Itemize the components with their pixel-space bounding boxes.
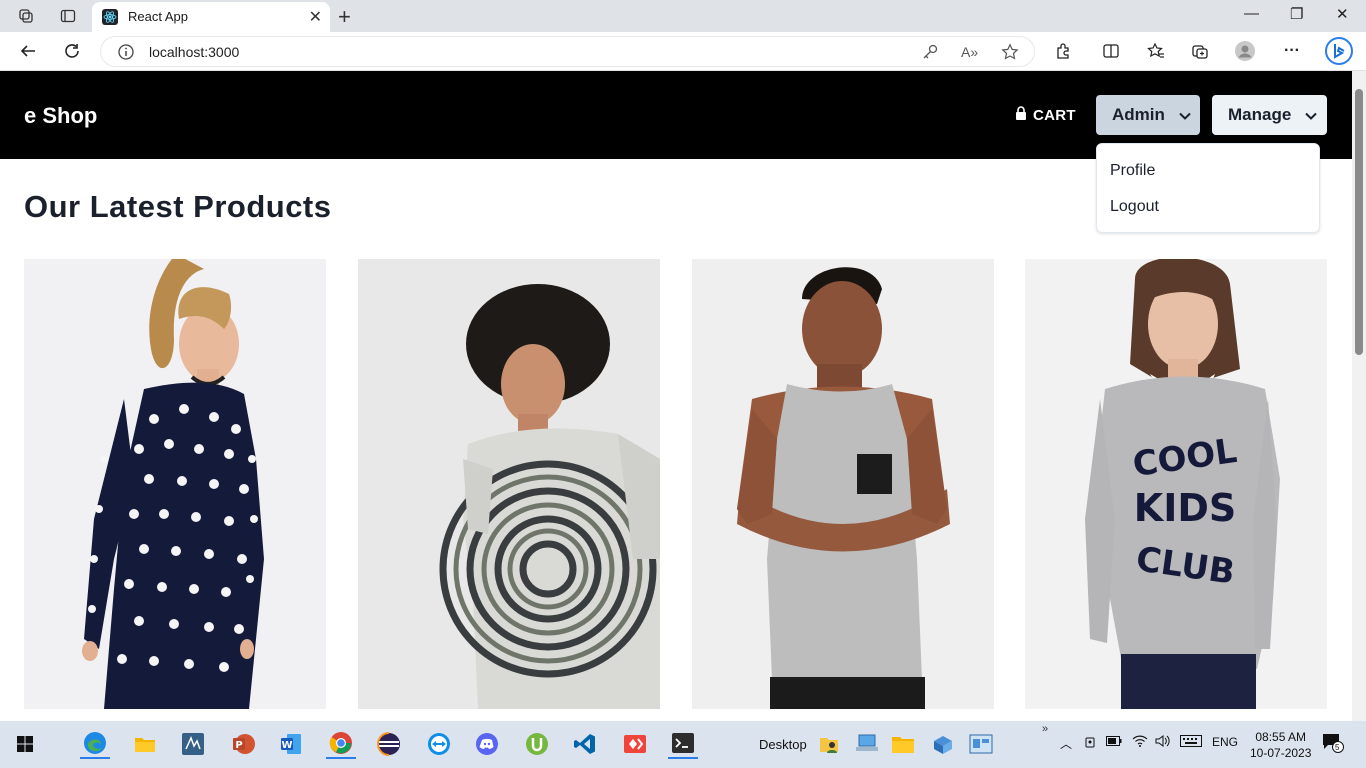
key-icon[interactable] [921, 43, 939, 66]
teamviewer-icon[interactable] [424, 729, 454, 759]
mysql-workbench-icon[interactable] [178, 729, 208, 759]
workspaces-icon[interactable] [16, 6, 36, 26]
lock-icon [1015, 106, 1027, 124]
page-scrollbar[interactable] [1352, 71, 1366, 721]
battery-icon[interactable] [1106, 735, 1122, 749]
split-screen-icon[interactable] [1100, 40, 1122, 62]
site-info-icon[interactable] [117, 43, 135, 66]
favorites-icon[interactable] [1145, 40, 1167, 62]
cart-label: CART [1033, 106, 1076, 124]
favorite-star-icon[interactable] [1001, 43, 1019, 66]
product-card[interactable] [24, 259, 326, 709]
network-computer-icon[interactable] [852, 729, 882, 759]
tab-actions-icon[interactable] [58, 6, 78, 26]
wifi-icon[interactable] [1132, 735, 1148, 750]
product-card[interactable] [692, 259, 994, 709]
more-options-icon[interactable]: ··· [1281, 40, 1303, 62]
product-image: COOL KIDS CLUB [1025, 259, 1327, 709]
show-hidden-icons-icon[interactable]: ︿ [1060, 735, 1072, 752]
refresh-icon[interactable] [61, 40, 83, 62]
new-tab-icon[interactable]: + [338, 4, 351, 30]
folder-icon[interactable] [888, 729, 918, 759]
address-bar[interactable]: localhost:3000 A» [100, 36, 1035, 67]
product-image [692, 259, 994, 709]
utorrent-icon[interactable] [522, 729, 552, 759]
terminal-icon[interactable] [668, 729, 698, 759]
word-icon[interactable]: W [276, 729, 306, 759]
language-indicator[interactable]: ENG [1212, 735, 1238, 749]
notifications-icon[interactable] [1322, 733, 1344, 756]
user-folder-icon[interactable] [814, 729, 844, 759]
vscode-icon[interactable] [570, 729, 600, 759]
clock-date: 10-07-2023 [1250, 746, 1312, 760]
product-image [24, 259, 326, 709]
svg-text:W: W [281, 740, 292, 751]
chevron-down-icon [1305, 105, 1318, 125]
anydesk-icon[interactable] [620, 729, 650, 759]
scrollbar-thumb[interactable] [1355, 89, 1363, 355]
product-image [358, 259, 660, 709]
brand-logo[interactable]: e Shop [24, 103, 97, 129]
eclipse-icon[interactable] [374, 729, 404, 759]
react-logo-icon [102, 9, 118, 25]
browser-tab-bar: React App ✕ + — ❐ ✕ [0, 0, 1366, 32]
meet-now-icon[interactable] [1084, 735, 1098, 752]
sweatshirt-print-line-2: KIDS [1134, 486, 1237, 530]
close-window-icon[interactable]: ✕ [1336, 5, 1349, 23]
read-aloud-icon[interactable]: A» [961, 44, 978, 60]
restore-icon[interactable]: ❐ [1290, 5, 1303, 23]
browser-toolbar: localhost:3000 A» ··· [0, 32, 1366, 71]
product-card[interactable]: COOL KIDS CLUB [1025, 259, 1327, 709]
edge-browser-icon[interactable] [80, 729, 110, 759]
svg-text:P: P [235, 740, 242, 751]
collections-icon[interactable] [1189, 40, 1211, 62]
chevron-down-icon [1179, 105, 1191, 125]
clock-time: 08:55 AM [1255, 730, 1307, 744]
profile-avatar-icon[interactable] [1234, 40, 1256, 62]
browser-tab[interactable]: React App ✕ [92, 2, 330, 32]
close-tab-icon[interactable]: ✕ [309, 7, 322, 27]
page-viewport: e Shop CART Admin Manage Profile Logout … [0, 71, 1352, 721]
page-title: Our Latest Products [24, 189, 332, 224]
menu-item-logout[interactable]: Logout [1110, 198, 1159, 216]
menu-item-profile[interactable]: Profile [1110, 162, 1155, 180]
touch-keyboard-icon[interactable] [1180, 735, 1202, 750]
cart-link[interactable]: CART [1015, 106, 1076, 124]
network-icon[interactable] [928, 729, 958, 759]
manage-label: Manage [1228, 105, 1292, 124]
back-icon[interactable] [17, 40, 39, 62]
volume-icon[interactable] [1155, 735, 1171, 750]
windows-start-icon[interactable] [10, 729, 40, 759]
notification-count: 5 [1335, 743, 1340, 752]
admin-label: Admin [1112, 105, 1165, 124]
windows-taskbar: P W Desktop » ︿ ENG 08:55 AM 10-07-2023 … [0, 721, 1366, 768]
admin-dropdown-button[interactable]: Admin [1096, 95, 1200, 135]
toolbar-overflow-icon[interactable]: » [1042, 723, 1048, 735]
minimize-icon[interactable]: — [1244, 5, 1259, 22]
powerpoint-icon[interactable]: P [228, 729, 258, 759]
bing-copilot-icon[interactable] [1324, 36, 1354, 66]
control-panel-icon[interactable] [966, 729, 996, 759]
desktop-toolbar-label[interactable]: Desktop [759, 737, 807, 752]
product-card[interactable] [358, 259, 660, 709]
extensions-icon[interactable] [1052, 40, 1074, 62]
discord-icon[interactable] [472, 729, 502, 759]
url-text: localhost:3000 [149, 44, 240, 60]
manage-dropdown-button[interactable]: Manage [1212, 95, 1327, 135]
tab-title: React App [128, 9, 188, 24]
clock[interactable]: 08:55 AM 10-07-2023 [1250, 729, 1311, 761]
file-explorer-icon[interactable] [130, 729, 160, 759]
chrome-icon[interactable] [326, 729, 356, 759]
admin-dropdown-menu: Profile Logout [1096, 143, 1320, 233]
